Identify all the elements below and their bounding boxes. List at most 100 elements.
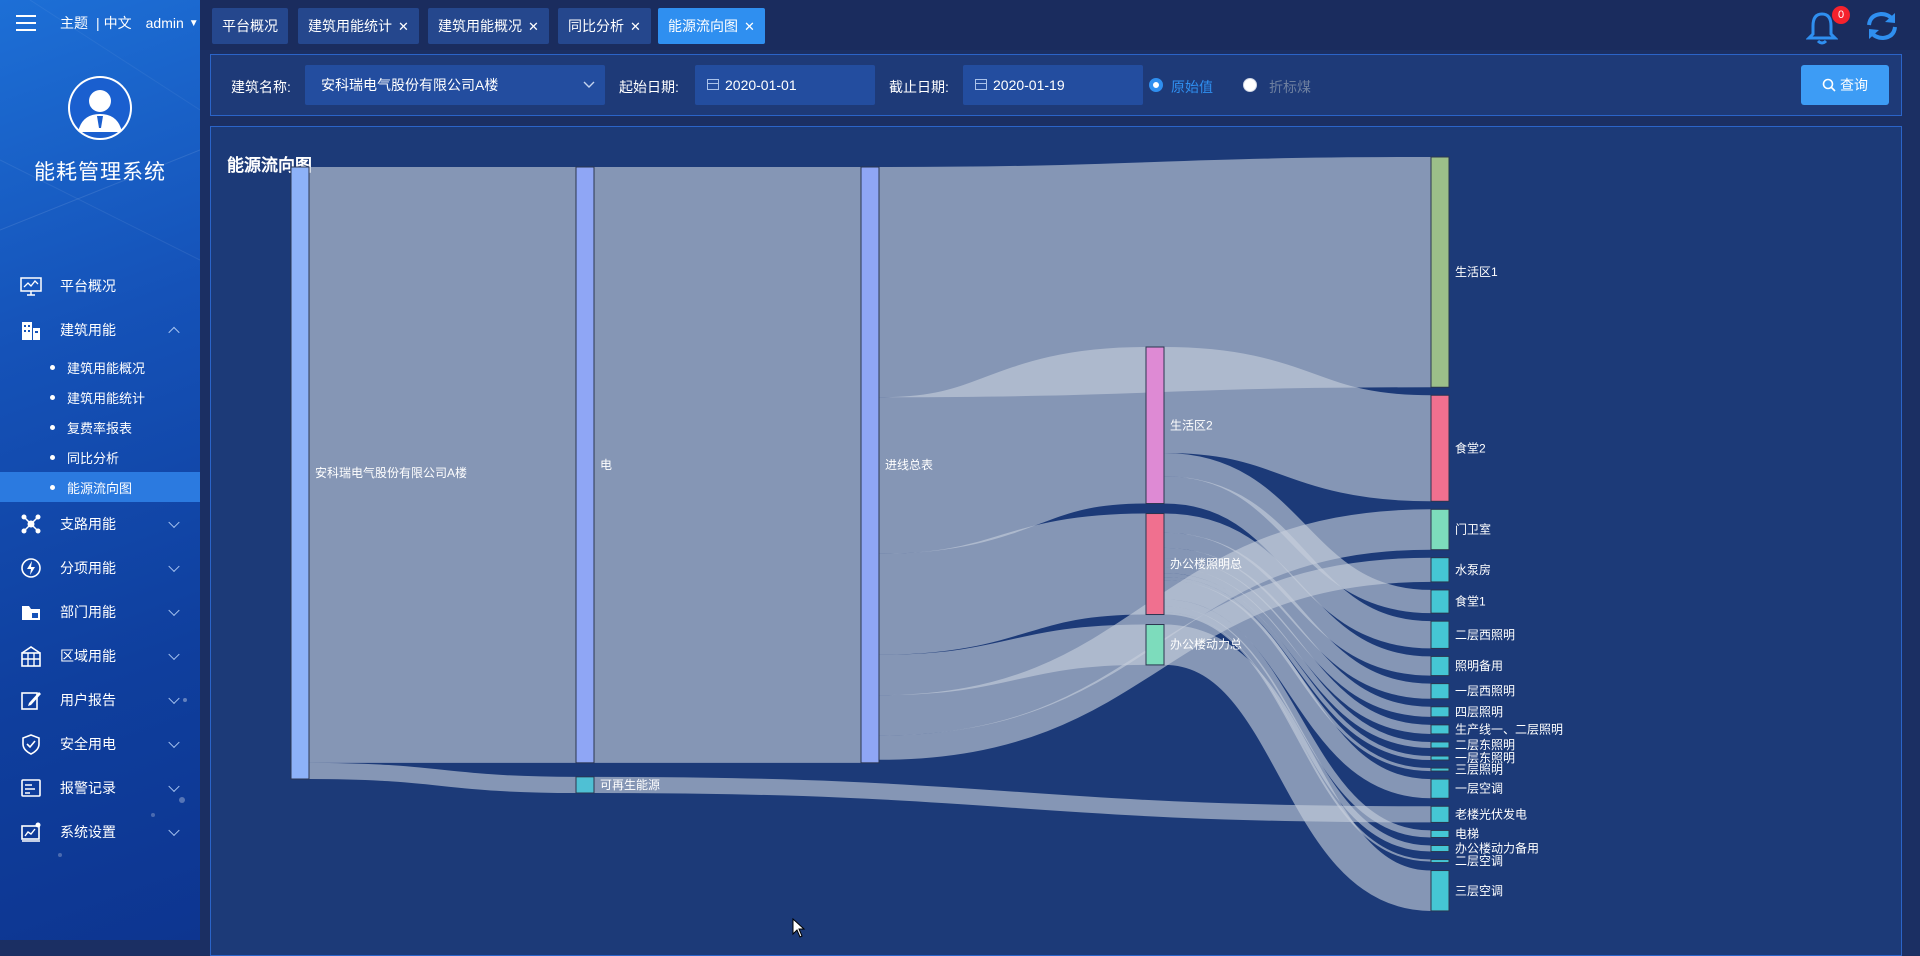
refresh-icon[interactable] (1864, 10, 1900, 42)
branch-icon (20, 513, 42, 535)
sankey-link[interactable] (878, 157, 1432, 398)
sidebar-item-user-report[interactable]: 用户报告 (0, 678, 200, 722)
sankey-node[interactable] (575, 776, 595, 794)
tab-platform-overview[interactable]: 平台概况 (212, 8, 288, 44)
chevron-down-icon (168, 560, 180, 573)
sankey-node-label: 食堂2 (1455, 440, 1486, 455)
tab-building-statistics[interactable]: 建筑用能统计 ✕ (298, 8, 419, 44)
mouse-cursor-icon (792, 918, 806, 938)
language-switch[interactable]: 中文 (104, 13, 132, 33)
sidebar-item-label: 分项用能 (60, 560, 116, 576)
sankey-node[interactable] (1430, 724, 1450, 735)
sankey-node[interactable] (1430, 767, 1450, 772)
sidebar-item-safe-power[interactable]: 安全用电 (0, 722, 200, 766)
tab-building-overview[interactable]: 建筑用能概况 ✕ (428, 8, 549, 44)
lightning-icon (20, 557, 42, 579)
chevron-up-icon (168, 326, 180, 339)
sankey-node[interactable] (1430, 156, 1450, 388)
sankey-node-label: 三层空调 (1455, 884, 1503, 898)
avatar (68, 76, 132, 140)
sidebar-item-branch-energy[interactable]: 支路用能 (0, 502, 200, 546)
sankey-node[interactable] (1430, 655, 1450, 677)
tab-energy-flow[interactable]: 能源流向图 ✕ (658, 8, 765, 44)
top-user-bar: 主题 | 中文 admin ▼ (16, 10, 200, 36)
sankey-node-label: 门卫室 (1455, 521, 1491, 536)
sankey-node[interactable] (1430, 394, 1450, 502)
sankey-node[interactable] (1145, 624, 1165, 666)
chevron-down-icon (168, 780, 180, 793)
radio-raw-value[interactable] (1149, 78, 1163, 92)
radio-raw-label[interactable]: 原始值 (1171, 77, 1213, 97)
bullet-icon (50, 484, 55, 490)
radio-standard-coal-label[interactable]: 折标煤 (1269, 77, 1311, 97)
sankey-node-label: 食堂1 (1455, 594, 1486, 609)
sankey-node[interactable] (1430, 755, 1450, 761)
sankey-node[interactable] (1145, 513, 1165, 616)
sankey-node[interactable] (290, 166, 310, 780)
sankey-node-label: 办公楼动力总 (1170, 637, 1242, 652)
sidebar-item-label: 平台概况 (60, 278, 116, 294)
bullet-icon (50, 424, 55, 430)
submenu-building-overview[interactable]: 建筑用能概况 (0, 352, 200, 382)
hamburger-menu-icon[interactable] (16, 15, 36, 31)
sankey-node[interactable] (1430, 741, 1450, 749)
sidebar-item-alarm-records[interactable]: 报警记录 (0, 766, 200, 810)
sankey-link[interactable] (308, 762, 577, 794)
filter-bar: 建筑名称: 安科瑞电气股份有限公司A楼 起始日期: 2020-01-01 截止日… (210, 54, 1902, 116)
sankey-node-label: 安科瑞电气股份有限公司A楼 (315, 465, 467, 480)
sankey-node[interactable] (1145, 346, 1165, 505)
end-date-input[interactable]: 2020-01-19 (963, 65, 1143, 105)
sankey-node[interactable] (1430, 508, 1450, 551)
sankey-node[interactable] (1430, 870, 1450, 912)
close-icon[interactable]: ✕ (630, 19, 641, 34)
folder-icon (20, 601, 42, 623)
submenu-building-statistics[interactable]: 建筑用能统计 (0, 382, 200, 412)
sidebar-item-department-energy[interactable]: 部门用能 (0, 590, 200, 634)
caret-down-icon[interactable]: ▼ (189, 18, 199, 29)
query-button-label: 查询 (1840, 77, 1868, 93)
user-name[interactable]: admin (146, 15, 184, 31)
submenu-yoy-analysis[interactable]: 同比分析 (0, 442, 200, 472)
sidebar-item-itemized-energy[interactable]: 分项用能 (0, 546, 200, 590)
theme-switch[interactable]: 主题 (60, 13, 88, 33)
query-button[interactable]: 查询 (1801, 65, 1889, 105)
submenu-multi-rate-report[interactable]: 复费率报表 (0, 412, 200, 442)
tab-label: 平台概况 (222, 18, 278, 34)
building-icon (20, 319, 42, 341)
sankey-node[interactable] (1430, 844, 1450, 853)
sankey-node-label: 生活区2 (1170, 418, 1213, 432)
sankey-node[interactable] (1430, 859, 1450, 864)
sankey-node[interactable] (860, 166, 880, 764)
sankey-node[interactable] (575, 166, 595, 764)
start-date-input[interactable]: 2020-01-01 (695, 65, 875, 105)
alarm-icon (20, 777, 42, 799)
sankey-node[interactable] (1430, 778, 1450, 799)
sankey-node[interactable] (1430, 557, 1450, 583)
building-select[interactable]: 安科瑞电气股份有限公司A楼 (305, 65, 605, 105)
sankey-node-label: 照明备用 (1455, 659, 1503, 673)
sankey-node[interactable] (1430, 683, 1450, 700)
sidebar-item-region-energy[interactable]: 区域用能 (0, 634, 200, 678)
sankey-node[interactable] (1430, 706, 1450, 718)
sankey-node[interactable] (1430, 620, 1450, 649)
sidebar-item-label: 建筑用能 (60, 322, 116, 338)
tab-label: 建筑用能统计 (308, 18, 392, 34)
radio-standard-coal[interactable] (1243, 78, 1257, 92)
sidebar-item-building-energy[interactable]: 建筑用能 (0, 308, 200, 352)
sankey-node-label: 一层空调 (1455, 782, 1503, 796)
sankey-link[interactable] (878, 513, 1147, 655)
sankey-node[interactable] (1430, 589, 1450, 614)
chevron-down-icon (168, 516, 180, 529)
close-icon[interactable]: ✕ (744, 19, 755, 34)
sankey-node[interactable] (1430, 805, 1450, 823)
close-icon[interactable]: ✕ (528, 19, 539, 34)
sankey-node[interactable] (1430, 829, 1450, 838)
sidebar-item-system-settings[interactable]: 系统设置 (0, 810, 200, 854)
close-icon[interactable]: ✕ (398, 19, 409, 34)
sankey-node-label: 三层照明 (1455, 763, 1503, 777)
chevron-down-icon (168, 736, 180, 749)
tab-yoy-analysis[interactable]: 同比分析 ✕ (558, 8, 651, 44)
sidebar-item-platform-overview[interactable]: 平台概况 (0, 264, 200, 308)
submenu-energy-flow[interactable]: 能源流向图 (0, 472, 200, 502)
sidebar-item-label: 系统设置 (60, 824, 116, 840)
